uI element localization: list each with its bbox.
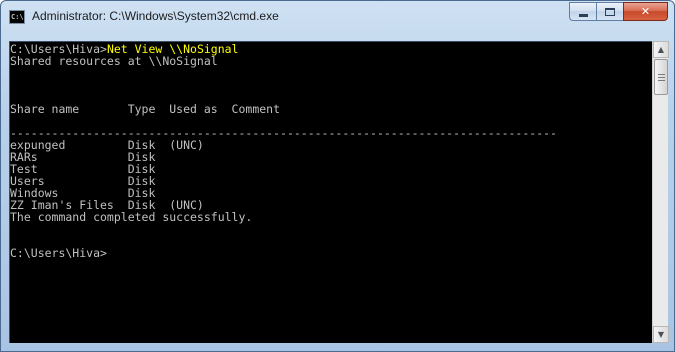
scroll-down-button[interactable]: ▼: [653, 326, 669, 343]
console-line: C:\Users\Hiva>: [10, 246, 107, 260]
maximize-button[interactable]: [596, 2, 623, 21]
minimize-button[interactable]: [569, 2, 596, 21]
console-line: The command completed successfully.: [10, 210, 253, 224]
caption-buttons: ✕: [569, 2, 668, 22]
scroll-up-button[interactable]: ▲: [653, 41, 669, 58]
console-text: C:\Users\Hiva>Net View \\NoSignal Shared …: [10, 43, 557, 259]
close-icon: ✕: [640, 5, 651, 18]
maximize-icon: [605, 7, 615, 16]
grip-line: [658, 74, 665, 75]
cmd-window: C:\ Administrator: C:\Windows\System32\c…: [0, 0, 675, 352]
vertical-scrollbar[interactable]: ▲ ▼: [652, 41, 669, 343]
title-bar[interactable]: C:\ Administrator: C:\Windows\System32\c…: [1, 1, 674, 33]
console-line: Share name Type Used as Comment: [10, 102, 281, 116]
window-title: Administrator: C:\Windows\System32\cmd.e…: [32, 9, 279, 23]
minimize-icon: [578, 13, 588, 17]
console-line: Shared resources at \\NoSignal: [10, 54, 218, 68]
close-button[interactable]: ✕: [623, 2, 668, 21]
console-output[interactable]: C:\Users\Hiva>Net View \\NoSignal Shared …: [9, 41, 652, 343]
scroll-down-arrow-icon: ▼: [657, 330, 665, 339]
cmd-console-icon[interactable]: C:\: [9, 10, 25, 24]
scroll-thumb[interactable]: [654, 59, 668, 95]
grip-line: [658, 80, 665, 81]
grip-line: [658, 77, 665, 78]
scroll-up-arrow-icon: ▲: [657, 45, 665, 54]
